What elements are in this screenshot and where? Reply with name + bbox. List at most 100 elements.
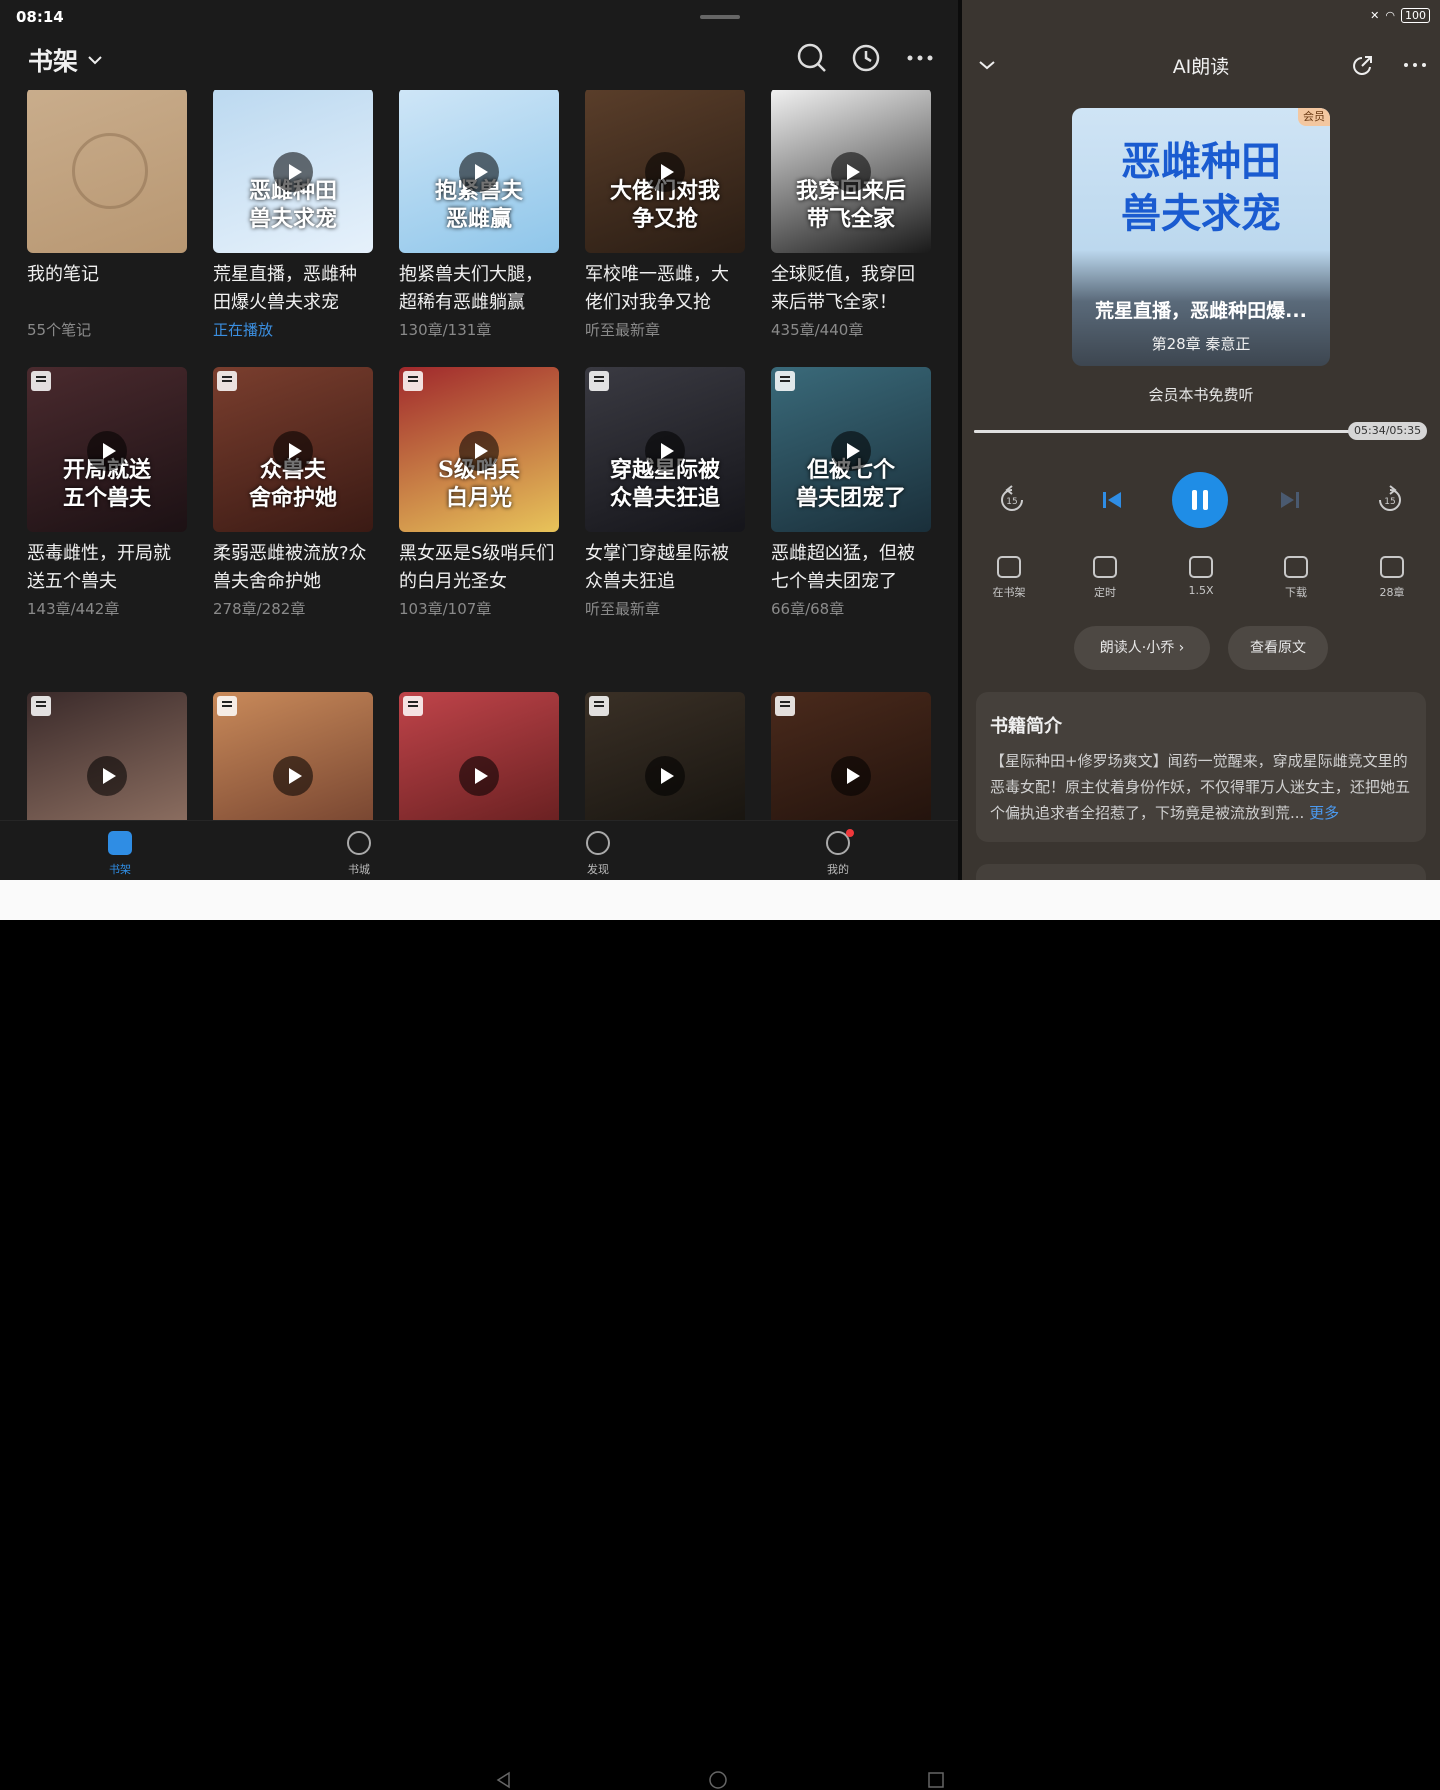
play-icon[interactable]: [459, 431, 499, 471]
progress-time[interactable]: 05:34/05:35: [1348, 422, 1428, 440]
book-cover[interactable]: 恶雌种田 兽夫求宠: [213, 90, 373, 253]
mute-icon: ✕: [1370, 9, 1380, 22]
book-item[interactable]: 众兽夫 舍命护她柔弱恶雌被流放?众兽夫舍命护她 278章/282章: [213, 367, 373, 619]
book-cover[interactable]: 穿越星际被 众兽夫狂追: [585, 367, 745, 532]
pin-top-icon: [217, 371, 237, 391]
func-speed-mic[interactable]: 1.5X: [1166, 556, 1236, 597]
book-progress: 55个笔记: [27, 321, 92, 339]
book-cover[interactable]: 开局就送 五个兽夫: [27, 367, 187, 532]
book-title: 抱紧兽夫们大腿，超稀有恶雌躺赢: [399, 264, 543, 313]
play-icon[interactable]: [459, 152, 499, 192]
book-progress: 435章/440章: [771, 321, 864, 339]
book-title: 全球贬值，我穿回来后带飞全家！: [771, 264, 915, 313]
tab-label: 我的: [827, 863, 849, 876]
bookshelf-icon: [997, 556, 1021, 578]
view-original-button[interactable]: 查看原文: [1228, 626, 1328, 670]
func-chapter-list[interactable]: 28章: [1357, 556, 1427, 600]
vip-badge: 会员: [1298, 108, 1330, 126]
play-icon[interactable]: [831, 756, 871, 796]
share-icon[interactable]: [1350, 54, 1374, 78]
back-icon[interactable]: [494, 1770, 514, 1790]
book-cover[interactable]: [27, 692, 187, 820]
recents-icon[interactable]: [926, 1770, 946, 1790]
play-icon[interactable]: [645, 152, 685, 192]
book-cover[interactable]: [771, 692, 931, 820]
func-download[interactable]: 下载: [1261, 556, 1331, 600]
func-alarm[interactable]: 定时: [1070, 556, 1140, 600]
status-time: 08:14: [16, 8, 64, 26]
home-icon[interactable]: [708, 1770, 728, 1790]
system-nav-bar: [0, 880, 1440, 1789]
search-icon[interactable]: [796, 42, 828, 74]
book-title: 恶雌超凶猛，但被七个兽夫团宠了: [771, 543, 915, 592]
book-cover[interactable]: 抱紧兽夫 恶雌赢: [399, 90, 559, 253]
play-icon[interactable]: [273, 431, 313, 471]
play-icon[interactable]: [645, 756, 685, 796]
book-name: 荒星直播，恶雌种田爆...: [1095, 300, 1307, 322]
play-icon[interactable]: [645, 431, 685, 471]
book-item[interactable]: [771, 692, 931, 820]
more-icon[interactable]: [904, 42, 936, 74]
book-cover[interactable]: 大佬们对我 争又抢: [585, 90, 745, 253]
pin-top-icon: [589, 371, 609, 391]
next-chapter-icon[interactable]: [1268, 478, 1312, 522]
book-item[interactable]: 穿越星际被 众兽夫狂追女掌门穿越星际被众兽夫狂追听至最新章: [585, 367, 745, 619]
prev-chapter-icon[interactable]: [1090, 478, 1134, 522]
play-icon[interactable]: [831, 431, 871, 471]
chapter-name: 第28章 秦意正: [1151, 335, 1251, 353]
notebook-seal-icon: [72, 133, 148, 209]
book-cover[interactable]: 众兽夫 舍命护她: [213, 367, 373, 532]
play-icon[interactable]: [273, 152, 313, 192]
tab-bookshelf[interactable]: 书架: [80, 831, 160, 877]
page-title[interactable]: 书架: [28, 42, 104, 78]
play-icon[interactable]: [459, 756, 499, 796]
tab-profile[interactable]: 我的: [798, 829, 878, 877]
pause-button[interactable]: [1172, 472, 1228, 528]
book-item[interactable]: 大佬们对我 争又抢军校唯一恶雌，大佬们对我争又抢听至最新章: [585, 90, 745, 340]
book-cover[interactable]: [27, 90, 187, 253]
book-item[interactable]: [399, 692, 559, 820]
func-label: 下载: [1285, 586, 1307, 599]
book-item[interactable]: 抱紧兽夫 恶雌赢抱紧兽夫们大腿，超稀有恶雌躺赢 130章/131章: [399, 90, 559, 340]
tab-label: 书架: [109, 863, 131, 876]
drag-handle[interactable]: [700, 15, 740, 19]
book-progress: 66章/68章: [771, 600, 845, 618]
wifi-icon: ◠: [1385, 9, 1395, 22]
tab-store[interactable]: 书城: [319, 831, 399, 877]
book-item[interactable]: 恶雌种田 兽夫求宠荒星直播，恶雌种田爆火兽夫求宠正在播放: [213, 90, 373, 340]
intro-title: 书籍简介: [990, 716, 1062, 737]
more-icon[interactable]: [1402, 54, 1428, 76]
book-item[interactable]: [213, 692, 373, 820]
book-item[interactable]: 我穿回来后 带飞全家全球贬值，我穿回来后带飞全家！ 435章/440章: [771, 90, 931, 340]
tab-label: 发现: [587, 863, 609, 876]
func-label: 28章: [1379, 586, 1405, 599]
book-cover[interactable]: 但被七个 兽夫团宠了: [771, 367, 931, 532]
play-icon[interactable]: [273, 756, 313, 796]
history-icon[interactable]: [850, 42, 882, 74]
book-progress: 听至最新章: [585, 321, 661, 339]
reader-voice-button[interactable]: 朗读人·小乔 ›: [1074, 626, 1210, 670]
play-icon[interactable]: [87, 431, 127, 471]
progress-bar[interactable]: [974, 430, 1350, 433]
func-bookshelf[interactable]: 在书架: [974, 556, 1044, 600]
book-item[interactable]: 但被七个 兽夫团宠了恶雌超凶猛，但被七个兽夫团宠了 66章/68章: [771, 367, 931, 619]
tab-discover[interactable]: 发现: [558, 831, 638, 877]
book-item[interactable]: [585, 692, 745, 820]
book-item[interactable]: 开局就送 五个兽夫恶毒雌性，开局就送五个兽夫 143章/442章: [27, 367, 187, 619]
book-cover[interactable]: [585, 692, 745, 820]
book-cover[interactable]: S级哨兵 白月光: [399, 367, 559, 532]
book-cover[interactable]: [213, 692, 373, 820]
notes-item[interactable]: 我的笔记 55个笔记: [27, 90, 187, 340]
forward-15-icon[interactable]: 15: [1368, 478, 1412, 522]
play-icon[interactable]: [87, 756, 127, 796]
play-icon[interactable]: [831, 152, 871, 192]
book-item[interactable]: [27, 692, 187, 820]
book-cover[interactable]: [399, 692, 559, 820]
book-item[interactable]: S级哨兵 白月光黑女巫是S级哨兵们的白月光圣女 103章/107章: [399, 367, 559, 619]
rewind-15-icon[interactable]: 15: [990, 478, 1034, 522]
speed-mic-icon: [1189, 556, 1213, 578]
download-icon: [1284, 556, 1308, 578]
book-cover[interactable]: 我穿回来后 带飞全家: [771, 90, 931, 253]
intro-more-link[interactable]: 更多: [1309, 804, 1339, 822]
func-label: 在书架: [992, 586, 1026, 599]
